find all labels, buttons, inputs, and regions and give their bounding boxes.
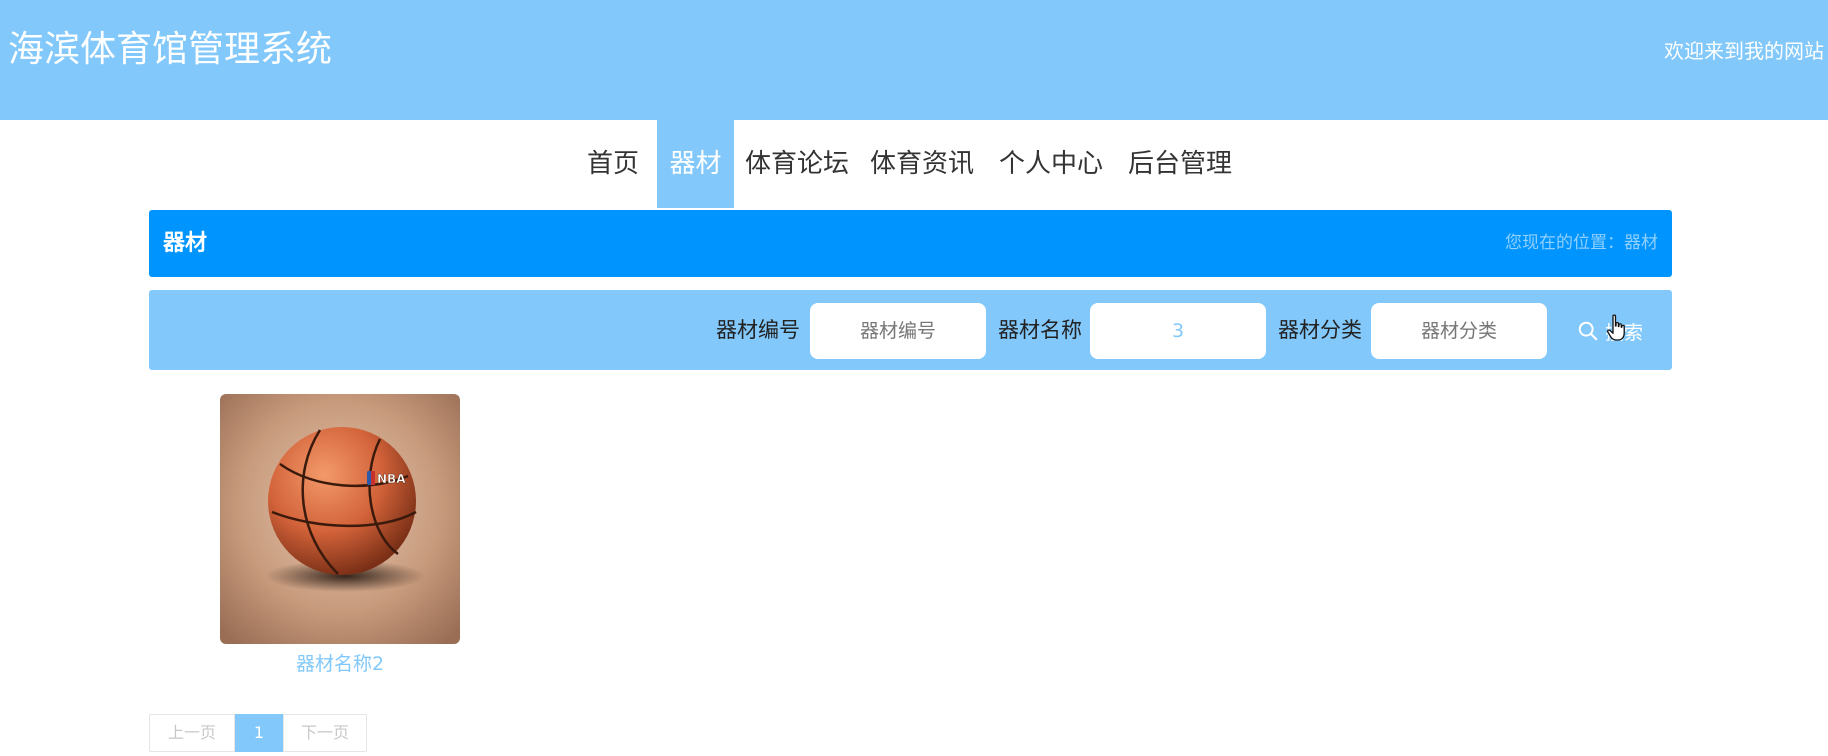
- nav-item-sports-news[interactable]: 体育资讯: [868, 120, 976, 208]
- equipment-category-label: 器材分类: [1278, 318, 1362, 342]
- nav-item-admin[interactable]: 后台管理: [1126, 120, 1234, 208]
- equipment-name-input[interactable]: [1090, 303, 1266, 359]
- equipment-card[interactable]: NBA 器材名称2: [220, 394, 460, 678]
- site-title: 海滨体育馆管理系统: [8, 29, 333, 70]
- breadcrumb-bar: 器材 您现在的位置：器材: [149, 210, 1672, 277]
- equipment-number-input[interactable]: [810, 303, 986, 359]
- search-bar: 器材编号 器材名称 器材分类 搜索: [149, 290, 1672, 370]
- site-header: 海滨体育馆管理系统 欢迎来到我的网站: [0, 0, 1828, 120]
- prev-page-button[interactable]: 上一页: [149, 714, 235, 752]
- nav-item-sports-forum[interactable]: 体育论坛: [743, 120, 851, 208]
- hand-cursor-icon: [1607, 314, 1625, 341]
- search-icon: [1578, 321, 1598, 341]
- page-title: 器材: [163, 231, 208, 256]
- page-number-current[interactable]: 1: [235, 714, 283, 752]
- next-page-button[interactable]: 下一页: [283, 714, 367, 752]
- basketball-image[interactable]: NBA: [220, 394, 460, 644]
- nav-item-home[interactable]: 首页: [586, 120, 640, 208]
- main-nav: 首页 器材 体育论坛 体育资讯 个人中心 后台管理: [0, 120, 1828, 208]
- nav-item-equipment[interactable]: 器材: [657, 120, 734, 208]
- equipment-name-label: 器材名称: [998, 318, 1082, 342]
- equipment-card-name[interactable]: 器材名称2: [220, 650, 460, 678]
- equipment-category-input[interactable]: [1371, 303, 1547, 359]
- equipment-number-label: 器材编号: [716, 318, 800, 342]
- welcome-text: 欢迎来到我的网站: [1664, 39, 1824, 63]
- nav-item-personal-center[interactable]: 个人中心: [997, 120, 1105, 208]
- breadcrumb: 您现在的位置：器材: [1505, 233, 1658, 253]
- pagination: 上一页 1 下一页: [149, 714, 367, 752]
- svg-text:NBA: NBA: [377, 472, 406, 486]
